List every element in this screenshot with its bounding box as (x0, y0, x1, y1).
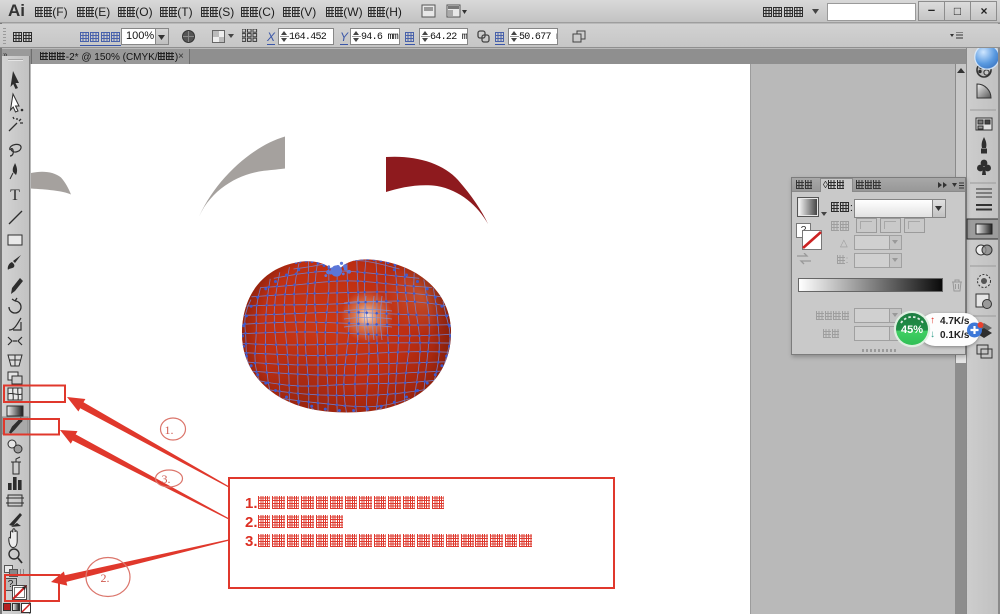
svg-text:1.: 1. (165, 423, 174, 437)
svg-text:3.: 3. (162, 472, 171, 486)
svg-text:2.: 2. (101, 571, 110, 585)
